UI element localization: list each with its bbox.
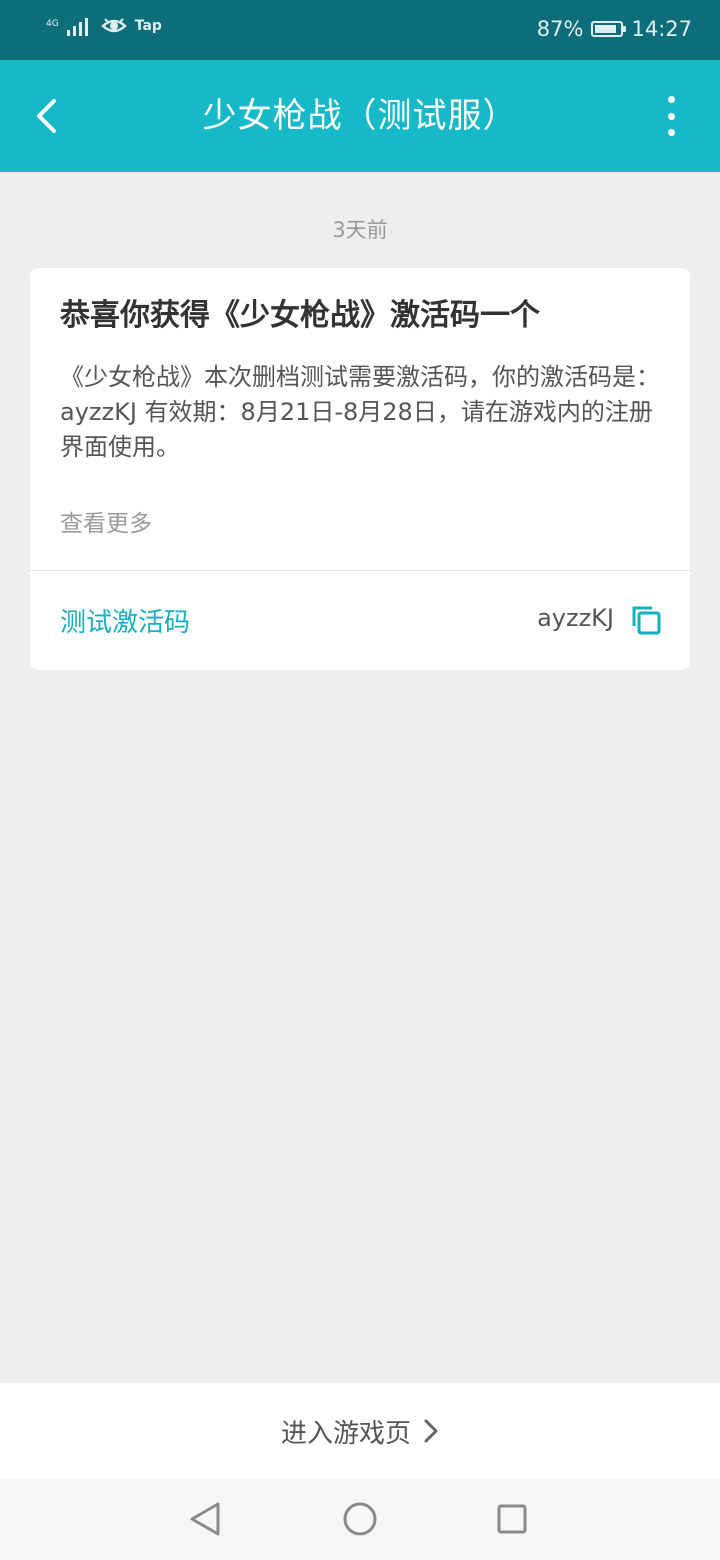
- nav-home-button[interactable]: [340, 1499, 380, 1539]
- activation-code-label: 测试激活码: [60, 608, 191, 638]
- tap-app-badge: Tap: [134, 18, 162, 34]
- copy-icon: [632, 606, 661, 635]
- status-bar: 4G Tap 87% 14:27: [0, 0, 720, 60]
- chevron-left-icon: [37, 99, 56, 133]
- message-title: 恭喜你获得《少女枪战》激活码一个: [60, 298, 540, 333]
- square-recents-icon: [497, 1504, 527, 1534]
- enter-game-page-label: 进入游戏页: [280, 1418, 411, 1449]
- enter-game-page-button[interactable]: 进入游戏页: [0, 1383, 720, 1479]
- clock-time: 14:27: [631, 17, 692, 41]
- nav-recents-button[interactable]: [492, 1499, 532, 1539]
- card-divider: [30, 570, 690, 571]
- view-more-link[interactable]: 查看更多: [60, 504, 152, 538]
- status-left: 4G Tap: [46, 16, 162, 36]
- page-title: 少女枪战（测试服）: [202, 96, 518, 136]
- more-options-button[interactable]: [656, 96, 686, 136]
- activation-code-value: ayzzKJ: [537, 604, 614, 632]
- message-timestamp: 3天前: [332, 218, 388, 242]
- circle-home-icon: [343, 1502, 377, 1536]
- chevron-right-icon: [424, 1419, 438, 1443]
- battery-icon: [591, 21, 627, 37]
- back-button[interactable]: [24, 92, 68, 140]
- network-type-label: 4G: [46, 18, 59, 29]
- copy-code-button[interactable]: [630, 604, 662, 636]
- triangle-back-icon: [190, 1502, 220, 1536]
- battery-level-fill: [595, 25, 617, 33]
- signal-icon: [66, 18, 88, 36]
- message-body: 《少女枪战》本次删档测试需要激活码，你的激活码是：ayzzKJ 有效期：8月21…: [60, 363, 660, 461]
- eye-icon: [100, 18, 127, 33]
- system-nav-bar: [0, 1479, 720, 1560]
- status-right: 87% 14:27: [537, 17, 692, 41]
- more-vertical-dot: [667, 112, 675, 120]
- battery-percent: 87%: [536, 17, 584, 41]
- more-vertical-icon: [667, 96, 675, 103]
- app-bar: 少女枪战（测试服）: [0, 60, 720, 172]
- message-card: 恭喜你获得《少女枪战》激活码一个 《少女枪战》本次删档测试需要激活码，你的激活码…: [30, 268, 690, 670]
- more-vertical-dot: [667, 129, 675, 136]
- nav-back-button[interactable]: [186, 1499, 226, 1539]
